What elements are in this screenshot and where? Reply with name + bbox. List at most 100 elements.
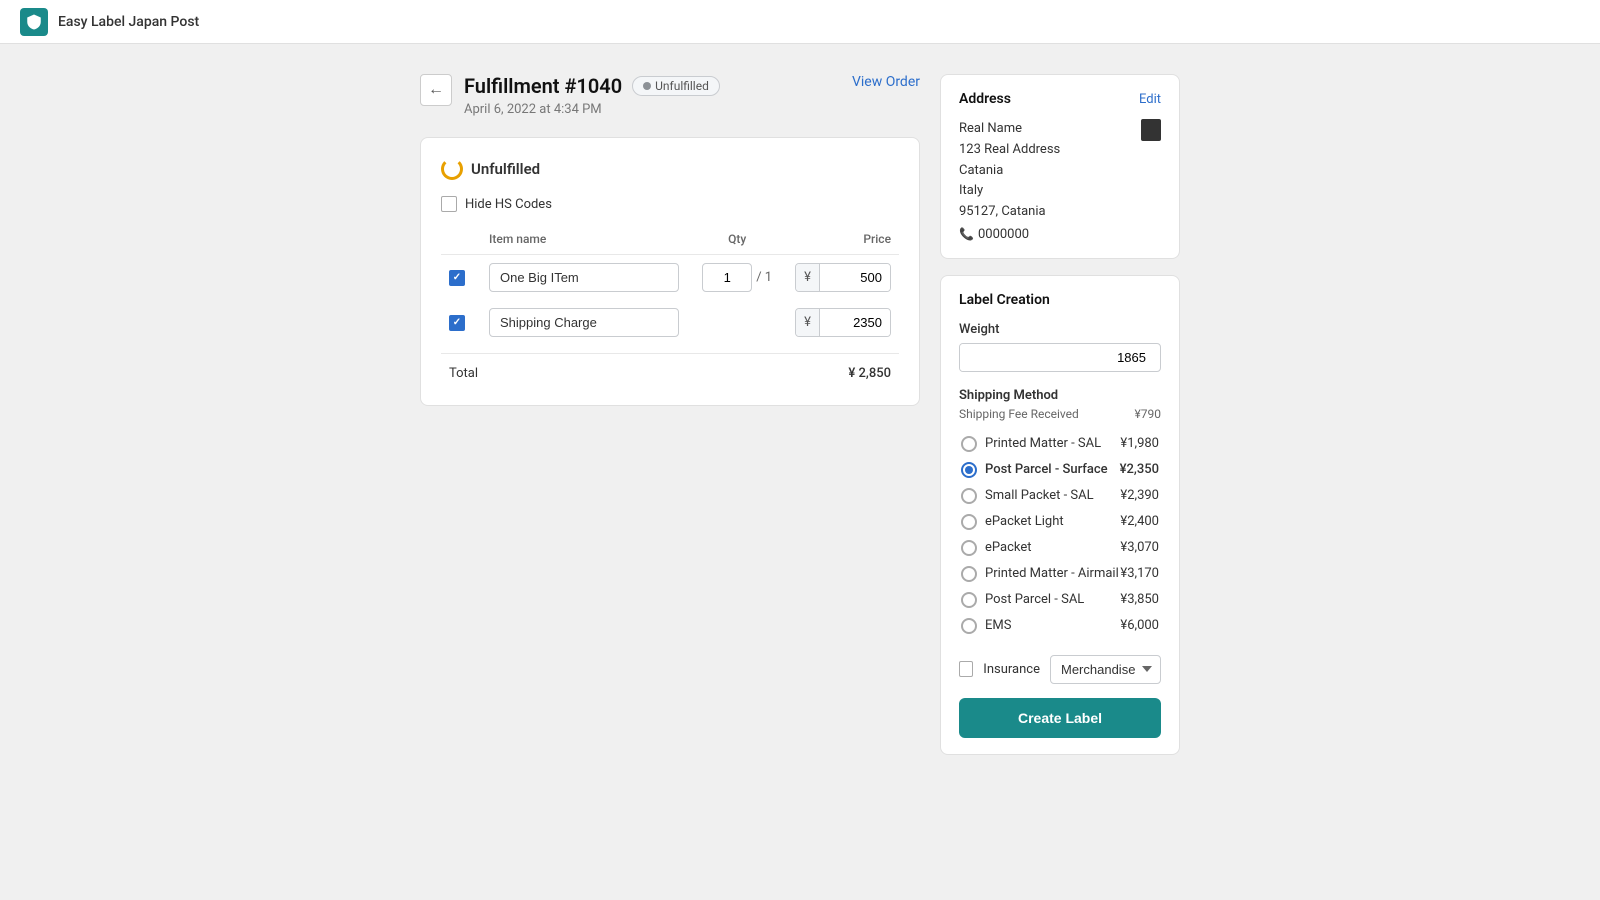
method-price-printed-matter-airmail: ¥3,170 bbox=[1120, 566, 1159, 581]
row2-price-input[interactable] bbox=[820, 309, 890, 336]
address-edit-link[interactable]: Edit bbox=[1139, 92, 1161, 107]
method-price-printed-matter-sal: ¥1,980 bbox=[1120, 436, 1159, 451]
radio-small-packet-sal[interactable] bbox=[961, 488, 977, 504]
method-option-epacket-light[interactable]: ePacket Light¥2,400 bbox=[959, 509, 1161, 535]
brand-name: Easy Label Japan Post bbox=[58, 14, 199, 30]
insurance-label: Insurance bbox=[983, 662, 1040, 677]
status-badge: Unfulfilled bbox=[632, 76, 720, 96]
hide-hs-label[interactable]: Hide HS Codes bbox=[465, 197, 552, 212]
method-name-epacket-light: ePacket Light bbox=[985, 514, 1064, 529]
left-panel: ← Fulfillment #1040 Unfulfilled April 6,… bbox=[420, 74, 920, 406]
label-creation-card: Label Creation Weight g Shipping Method … bbox=[940, 275, 1180, 755]
address-zip-city: 95127, Catania bbox=[959, 202, 1060, 223]
method-price-epacket: ¥3,070 bbox=[1120, 540, 1159, 555]
row2-name-cell bbox=[481, 300, 687, 345]
weight-section: Weight g bbox=[959, 322, 1161, 372]
th-qty: Qty bbox=[687, 228, 787, 255]
main-content: ← Fulfillment #1040 Unfulfilled April 6,… bbox=[0, 44, 1600, 785]
row1-qty-input[interactable] bbox=[702, 263, 752, 292]
row2-price-prefix: ¥ bbox=[796, 309, 820, 336]
method-price-ems: ¥6,000 bbox=[1120, 618, 1159, 633]
radio-ems[interactable] bbox=[961, 618, 977, 634]
radio-epacket-light[interactable] bbox=[961, 514, 977, 530]
method-left-printed-matter-airmail: Printed Matter - Airmail bbox=[961, 566, 1119, 582]
row1-price-cell: ¥ bbox=[787, 255, 899, 301]
method-option-small-packet-sal[interactable]: Small Packet - SAL ¥2,390 bbox=[959, 483, 1161, 509]
row2-name-input[interactable] bbox=[489, 308, 679, 337]
row1-name-input[interactable] bbox=[489, 263, 679, 292]
page-title: Fulfillment #1040 bbox=[464, 74, 622, 98]
method-option-printed-matter-airmail[interactable]: Printed Matter - Airmail¥3,170 bbox=[959, 561, 1161, 587]
radio-post-parcel-surface[interactable] bbox=[961, 462, 977, 478]
weight-unit: g bbox=[1156, 344, 1161, 371]
page-header: ← Fulfillment #1040 Unfulfilled April 6,… bbox=[420, 74, 920, 117]
row1-qty-cell: / 1 bbox=[687, 255, 787, 301]
weight-input[interactable] bbox=[960, 344, 1156, 371]
row1-name-cell bbox=[481, 255, 687, 301]
method-left-epacket: ePacket bbox=[961, 540, 1032, 556]
radio-post-parcel-sal[interactable] bbox=[961, 592, 977, 608]
insurance-checkbox[interactable] bbox=[959, 661, 973, 677]
address-body-row: Real Name 123 Real Address Catania Italy… bbox=[959, 119, 1161, 223]
unfulfilled-header: Unfulfilled bbox=[441, 158, 899, 180]
method-option-post-parcel-sal[interactable]: Post Parcel - SAL ¥3,850 bbox=[959, 587, 1161, 613]
method-left-printed-matter-sal: Printed Matter - SAL bbox=[961, 436, 1101, 452]
radio-printed-matter-sal[interactable] bbox=[961, 436, 977, 452]
total-value: ¥ 2,850 bbox=[848, 366, 891, 381]
shipping-fee-row: Shipping Fee Received ¥790 bbox=[959, 407, 1161, 421]
method-option-epacket[interactable]: ePacket ¥3,070 bbox=[959, 535, 1161, 561]
shipping-method-title: Shipping Method bbox=[959, 388, 1161, 403]
method-left-post-parcel-surface: Post Parcel - Surface bbox=[961, 462, 1108, 478]
method-price-post-parcel-sal: ¥3,850 bbox=[1120, 592, 1159, 607]
top-nav: Easy Label Japan Post bbox=[0, 0, 1600, 44]
method-option-ems[interactable]: EMS ¥6,000 bbox=[959, 613, 1161, 639]
items-table: Item name Qty Price bbox=[441, 228, 899, 345]
back-button[interactable]: ← bbox=[420, 74, 452, 106]
method-name-post-parcel-sal: Post Parcel - SAL bbox=[985, 592, 1084, 607]
page-title-row: Fulfillment #1040 Unfulfilled bbox=[464, 74, 720, 98]
address-card: Address Edit Real Name 123 Real Address … bbox=[940, 74, 1180, 259]
fulfillment-card: Unfulfilled Hide HS Codes Item name Qty … bbox=[420, 137, 920, 406]
address-country: Italy bbox=[959, 181, 1060, 202]
create-label-button[interactable]: Create Label bbox=[959, 698, 1161, 738]
radio-printed-matter-airmail[interactable] bbox=[961, 566, 977, 582]
row2-checkbox[interactable] bbox=[449, 315, 465, 331]
method-left-small-packet-sal: Small Packet - SAL bbox=[961, 488, 1094, 504]
row2-price-wrap: ¥ bbox=[795, 308, 891, 337]
status-dot bbox=[643, 82, 651, 90]
status-text: Unfulfilled bbox=[655, 79, 709, 93]
radio-epacket[interactable] bbox=[961, 540, 977, 556]
phone-number: 0000000 bbox=[978, 227, 1029, 242]
th-checkbox bbox=[441, 228, 481, 255]
page-header-left: ← Fulfillment #1040 Unfulfilled April 6,… bbox=[420, 74, 720, 117]
shipping-method-section: Shipping Method Shipping Fee Received ¥7… bbox=[959, 388, 1161, 639]
row1-price-wrap: ¥ bbox=[795, 263, 891, 292]
brand-icon bbox=[20, 8, 48, 36]
copy-icon[interactable] bbox=[1141, 119, 1161, 141]
method-name-printed-matter-sal: Printed Matter - SAL bbox=[985, 436, 1101, 451]
merchandise-select[interactable]: Merchandise Gift Document bbox=[1050, 655, 1161, 684]
method-price-small-packet-sal: ¥2,390 bbox=[1120, 488, 1159, 503]
hide-hs-row: Hide HS Codes bbox=[441, 196, 899, 212]
method-option-post-parcel-surface[interactable]: Post Parcel - Surface ¥2,350 bbox=[959, 457, 1161, 483]
view-order-link[interactable]: View Order bbox=[852, 74, 920, 90]
row1-checkbox[interactable] bbox=[449, 270, 465, 286]
total-row: Total ¥ 2,850 bbox=[441, 353, 899, 385]
weight-label: Weight bbox=[959, 322, 1161, 337]
row1-price-input[interactable] bbox=[820, 264, 890, 291]
weight-input-wrap: g bbox=[959, 343, 1161, 372]
method-name-ems: EMS bbox=[985, 618, 1011, 633]
method-left-post-parcel-sal: Post Parcel - SAL bbox=[961, 592, 1084, 608]
methods-container: Printed Matter - SAL ¥1,980 Post Parcel - … bbox=[959, 431, 1161, 639]
phone-row: 📞 0000000 bbox=[959, 227, 1161, 242]
method-option-printed-matter-sal[interactable]: Printed Matter - SAL ¥1,980 bbox=[959, 431, 1161, 457]
table-row: / 1 ¥ bbox=[441, 255, 899, 301]
unfulfilled-title: Unfulfilled bbox=[471, 160, 540, 178]
method-name-small-packet-sal: Small Packet - SAL bbox=[985, 488, 1094, 503]
address-header: Address Edit bbox=[959, 91, 1161, 107]
hide-hs-checkbox[interactable] bbox=[441, 196, 457, 212]
insurance-row: Insurance Merchandise Gift Document bbox=[959, 655, 1161, 684]
method-name-printed-matter-airmail: Printed Matter - Airmail bbox=[985, 566, 1119, 581]
method-price-post-parcel-surface: ¥2,350 bbox=[1120, 462, 1159, 477]
spinner-icon bbox=[441, 158, 463, 180]
